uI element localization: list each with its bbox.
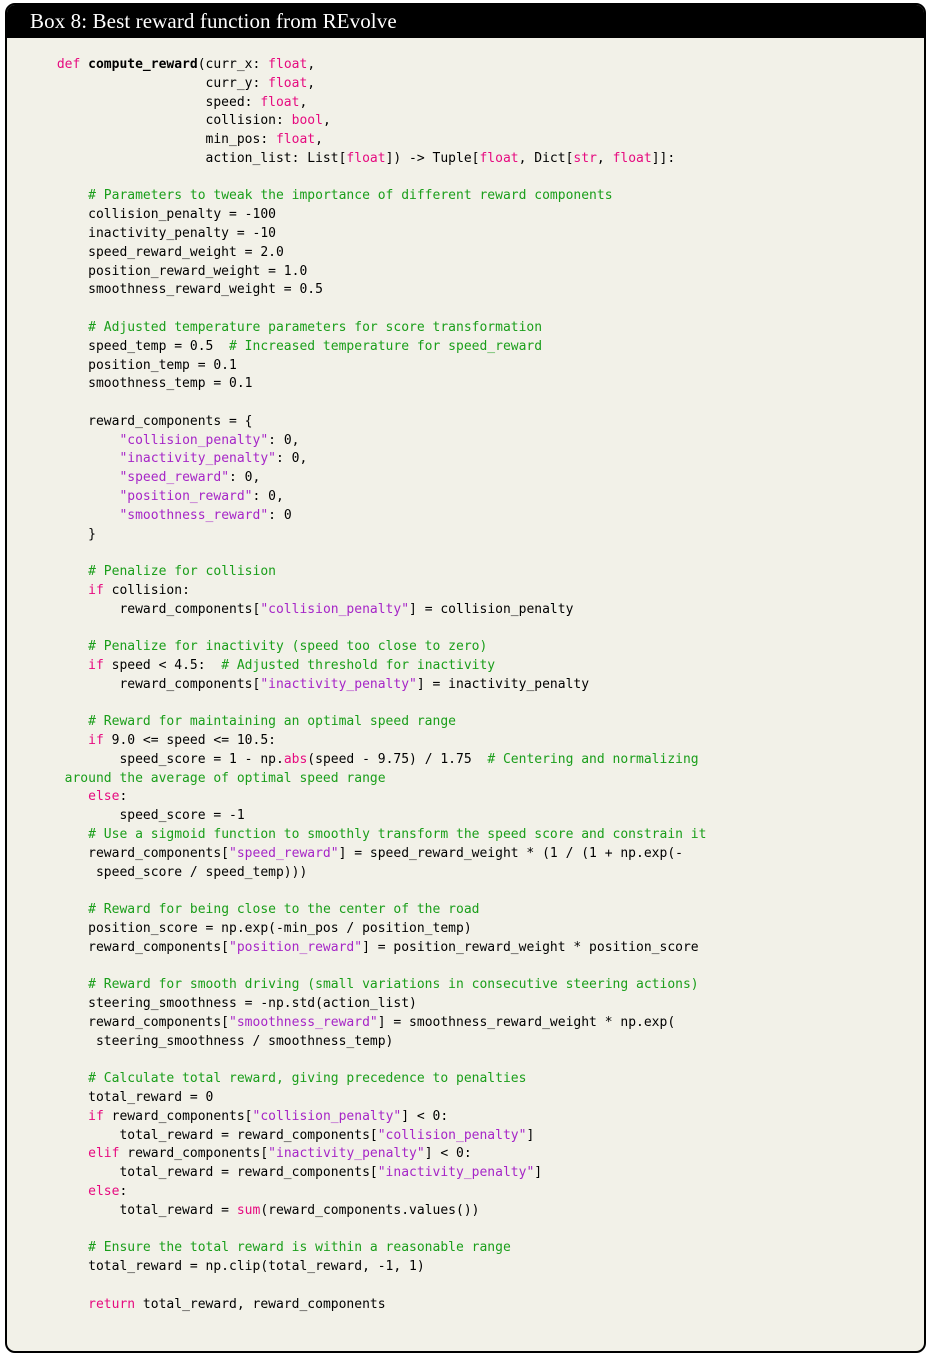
code-body: def compute_reward(curr_x: float, curr_y… (7, 38, 924, 1325)
python-code-block: def compute_reward(curr_x: float, curr_y… (49, 57, 707, 1312)
box-title: Box 8: Best reward function from REvolve (7, 5, 924, 38)
code-box: Box 8: Best reward function from REvolve… (5, 3, 926, 1353)
